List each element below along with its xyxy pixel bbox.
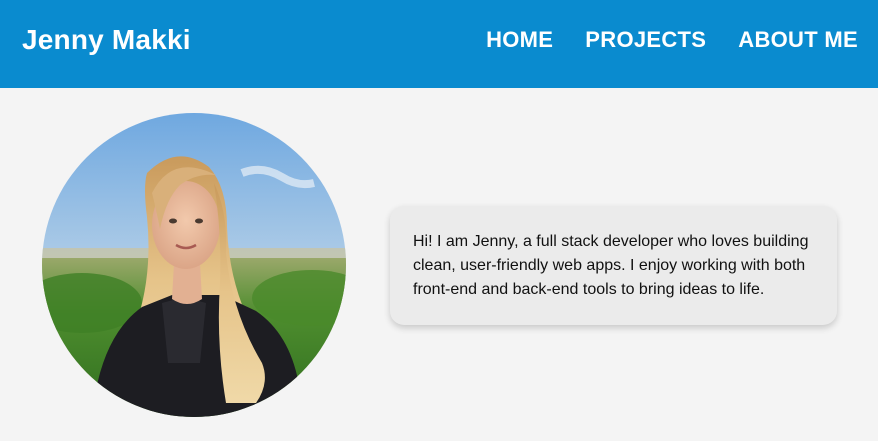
bio-card: Hi! I am Jenny, a full stack developer w… <box>390 206 837 325</box>
nav-about-me[interactable]: ABOUT ME <box>738 27 858 53</box>
nav-projects[interactable]: PROJECTS <box>585 27 706 53</box>
bio-text: Hi! I am Jenny, a full stack developer w… <box>413 233 809 298</box>
profile-photo <box>42 113 346 417</box>
site-brand[interactable]: Jenny Makki <box>22 24 191 56</box>
nav-home[interactable]: HOME <box>486 27 553 53</box>
main-nav: HOME PROJECTS ABOUT ME <box>486 27 858 53</box>
site-header: Jenny Makki HOME PROJECTS ABOUT ME <box>0 0 878 88</box>
